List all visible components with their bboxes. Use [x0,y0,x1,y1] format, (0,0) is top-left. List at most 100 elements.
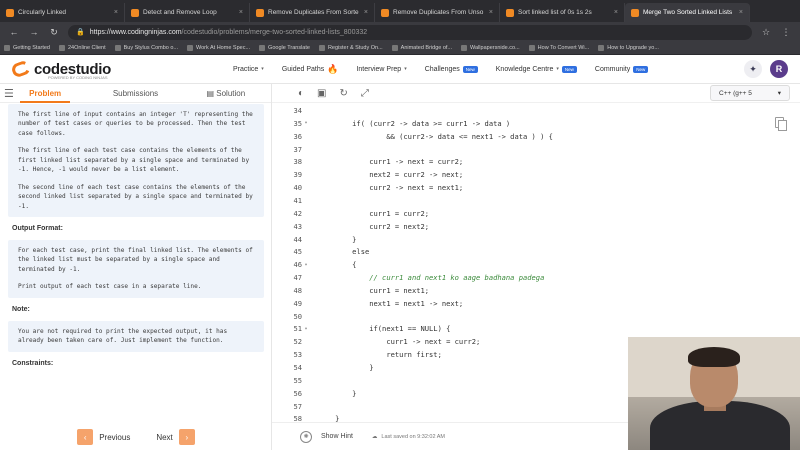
description-paragraph: The first line of input contains an inte… [18,111,253,137]
bookmark-favicon-icon [391,45,398,51]
chevron-left-icon: ‹ [77,429,94,445]
fold-toggle-icon[interactable]: ▾ [302,262,310,268]
browser-toolbar: ← → ↻ 🔒 https://www.codingninjas.com/cod… [0,22,800,42]
close-tab-icon[interactable]: × [739,9,743,16]
line-number: 36 [293,131,302,141]
problem-description[interactable]: The first line of input contains an inte… [0,104,272,414]
close-tab-icon[interactable]: × [614,9,618,16]
nav-item-label: Practice [233,65,259,73]
bookmark-item[interactable]: Work At Home Spec... [187,45,250,51]
address-bar[interactable]: 🔒 https://www.codingninjas.com/codestudi… [68,24,752,40]
fold-toggle-icon[interactable]: ▾ [302,326,310,332]
chevron-right-icon: › [178,429,195,445]
avatar[interactable]: R [770,60,788,78]
save-icon[interactable]: ▣ [317,88,326,99]
code-line: 48 curr1 = next1; [272,284,800,297]
close-tab-icon[interactable]: × [489,9,493,16]
fullscreen-icon[interactable]: ⤢ [361,88,369,99]
line-number: 40 [293,183,302,193]
reset-code-icon[interactable]: ↻ [340,88,348,99]
bookmark-item[interactable]: Animated Bridge of... [391,45,452,51]
theme-toggle-icon[interactable]: ◐ [298,88,304,99]
code-line: 50 [272,310,800,323]
language-select[interactable]: C++ (g++ 5 ▾ [710,85,790,101]
browser-tab[interactable]: Remove Duplicates From Unso × [375,3,500,22]
browser-tab-bar: Circularly Linked × Detect and Remove Loop… [0,0,800,22]
app-header: codestudio POWERED BY CODING NINJAS Prac… [0,55,800,84]
tab-submissions[interactable]: Submissions [90,84,180,103]
back-icon[interactable]: ← [8,27,20,37]
description-paragraph: The first line of each test case contain… [18,147,250,174]
bookmark-label: Register & Study On... [327,45,383,51]
nav-item[interactable]: Challenges New [424,65,478,73]
bookmark-star-icon[interactable]: ☆ [760,27,772,38]
bookmark-favicon-icon [598,45,605,51]
bookmark-item[interactable]: 24Online Client [59,45,106,51]
cloud-icon: ☁ [371,433,378,440]
bookmark-item[interactable]: Wallpapersnide.co... [461,45,520,51]
bookmark-label: How To Convert Wi... [537,45,590,51]
code-line: 47 // curr1 and next1 ko aage badhana pa… [272,271,800,284]
bookmark-item[interactable]: Getting Started [4,45,50,51]
line-number: 45 [293,247,302,257]
nav-item-label: Challenges [424,65,460,73]
browser-tab-title: Detect and Remove Loop [143,9,217,16]
logo-mark-icon [10,59,32,79]
input-format-box: The first line of input contains an inte… [8,104,264,217]
code-line: 46 ▾ { [272,258,800,271]
close-tab-icon[interactable]: × [364,9,368,16]
bookmark-item[interactable]: Google Translate [259,45,310,51]
bookmark-label: Buy Stylus Combo o... [123,45,179,51]
browser-tab[interactable]: Detect and Remove Loop × [125,3,250,22]
previous-button[interactable]: ‹ Previous [77,429,130,445]
nav-item[interactable]: Practice ▾ [233,66,264,73]
bookmark-item[interactable]: Register & Study On... [318,45,383,51]
nav-item[interactable]: Guided Paths 🔥 [282,64,339,75]
nav-item[interactable]: Community New [595,65,649,73]
nav-item[interactable]: Interview Prep ▾ [356,66,406,73]
flame-icon: 🔥 [327,63,339,74]
output-format-heading: Output Format: [12,224,63,232]
tab-favicon-icon [631,8,639,17]
tab-favicon-icon [506,8,514,17]
nav-item[interactable]: Knowledge Centre ▾ New [496,65,577,73]
tab-problem[interactable]: Problem [0,84,90,103]
constraints-heading: Constraints: [12,359,54,367]
line-number: 46 [293,260,302,270]
chevron-down-icon: ▾ [404,66,407,72]
close-tab-icon[interactable]: × [239,9,243,16]
extensions-icon[interactable]: ⋮ [780,27,792,38]
browser-tab[interactable]: Sort linked list of 0s 1s 2s × [500,3,625,22]
code-text: curr2 = next2; [318,221,430,231]
next-button[interactable]: Next › [156,429,195,445]
previous-label: Previous [99,432,131,442]
problem-panel: ☰ Problem Submissions ▤ Solution The fir… [0,84,272,450]
codestudio-logo[interactable]: codestudio POWERED BY CODING NINJAS [10,59,147,80]
bookmark-label: Google Translate [268,45,310,51]
browser-tab[interactable]: Circularly Linked × [0,3,125,22]
code-text: curr1 = next1; [318,285,430,295]
note-box: You are not required to print the expect… [8,320,264,352]
code-line: 41 [272,194,800,207]
fold-toggle-icon[interactable]: ▾ [302,120,310,126]
webcam-overlay [628,337,800,450]
bookmark-label: How to Upgrade yo... [607,45,659,51]
copy-icon[interactable] [775,117,787,131]
bookmark-label: Getting Started [13,45,50,51]
browser-tab[interactable]: Merge Two Sorted Linked Lists × [625,3,750,22]
nav-item-label: Guided Paths [281,65,325,73]
show-hint-button[interactable]: Show Hint [321,433,353,440]
chevron-down-icon: ▾ [261,66,264,72]
lock-icon: 🔒 [76,29,85,36]
notifications-icon[interactable]: ✦ [744,60,762,78]
bookmark-item[interactable]: How To Convert Wi... [528,45,590,51]
browser-tab[interactable]: Remove Duplicates From Sorte × [250,3,375,22]
tab-solution[interactable]: ▤ Solution [181,84,271,103]
line-number: 47 [293,273,302,283]
code-text: else [318,247,370,257]
bookmark-item[interactable]: Buy Stylus Combo o... [114,45,179,51]
close-tab-icon[interactable]: × [114,9,118,16]
reload-icon[interactable]: ↻ [48,27,60,38]
bookmark-item[interactable]: How to Upgrade yo... [598,45,659,51]
forward-icon[interactable]: → [28,27,40,37]
